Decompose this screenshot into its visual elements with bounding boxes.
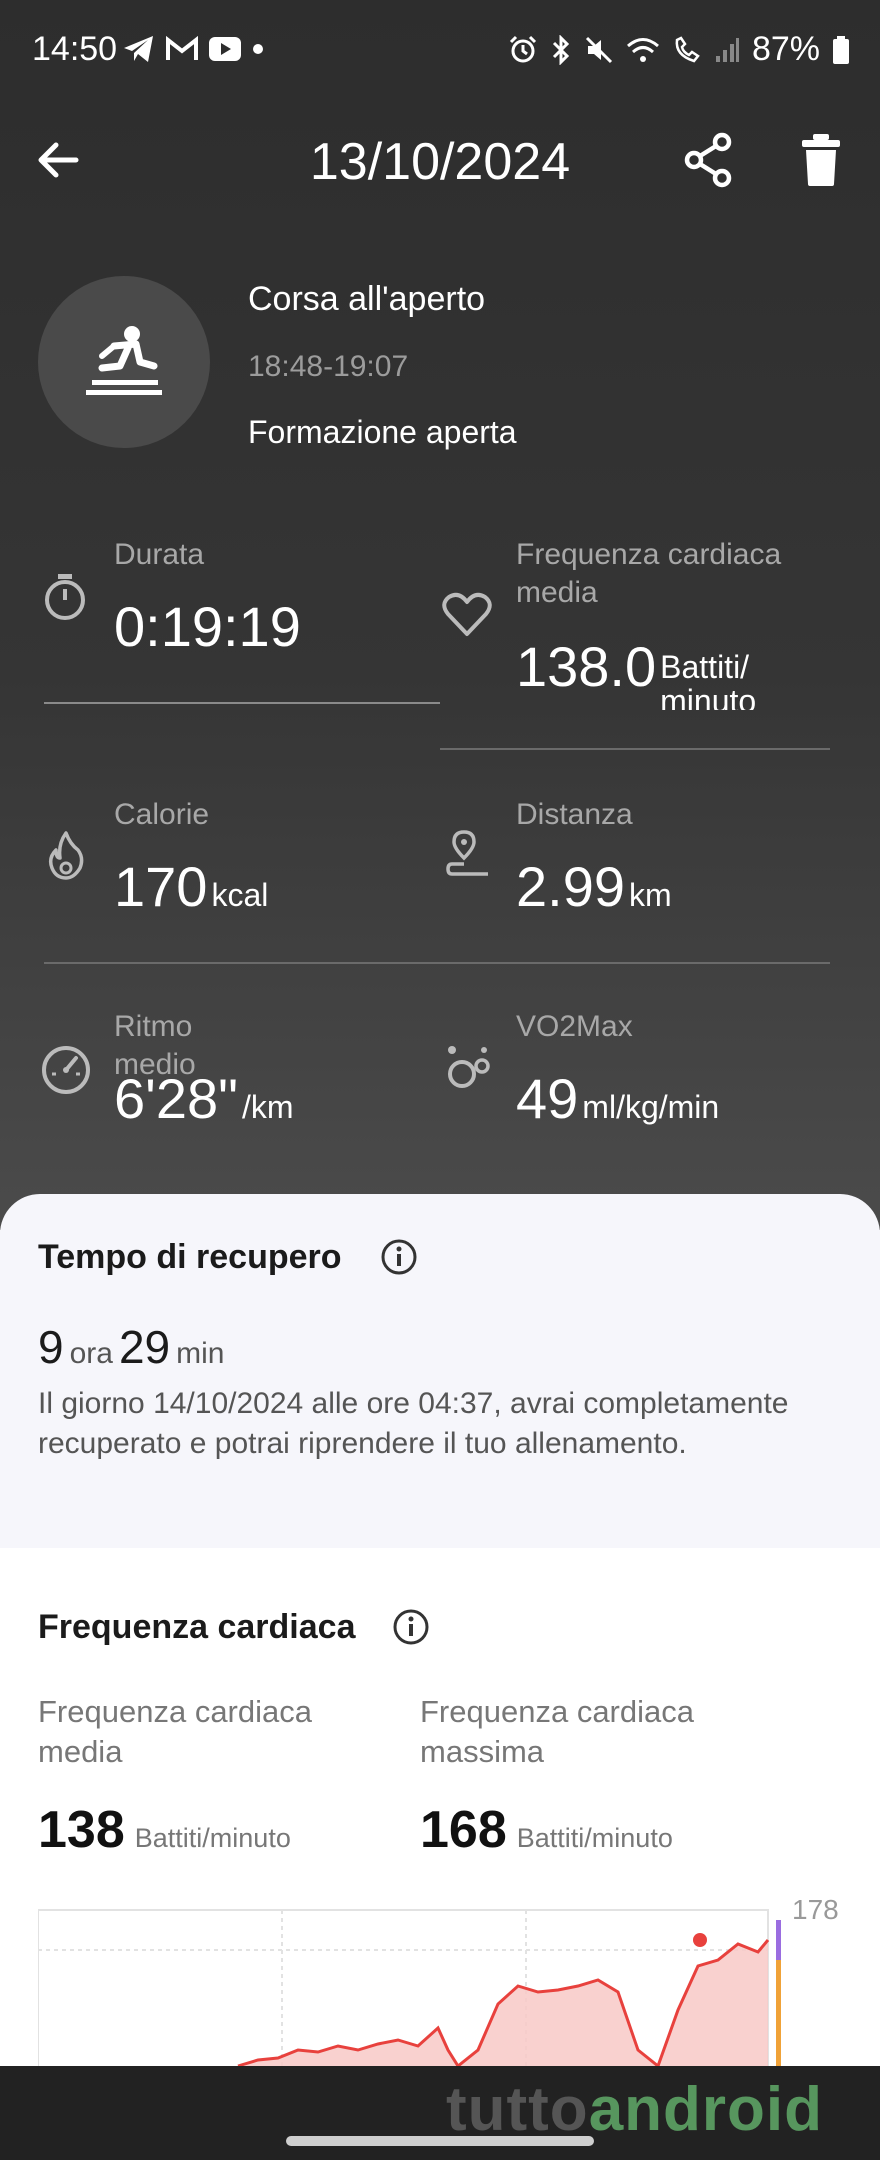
status-time: 14:50: [32, 30, 118, 68]
battery-icon: [833, 35, 849, 64]
battery-percentage: 87%: [751, 30, 820, 68]
heart-rate-chart: [38, 1909, 781, 2070]
signal-icon: [715, 37, 739, 62]
stopwatch-icon: [45, 574, 85, 620]
mute-icon: [585, 36, 612, 63]
flame-icon: [48, 831, 84, 880]
speedometer-icon: [42, 1046, 90, 1094]
running-person-icon: [86, 326, 162, 395]
workout-summary-header: 14:50 87% 13/10/2024 Corsa all'aperto 18…: [0, 0, 880, 1230]
stat-distance-unit: km: [629, 877, 672, 913]
bluetooth-icon: [552, 34, 570, 65]
stat-vo2max-unit: ml/kg/min: [582, 1089, 720, 1125]
stat-calories-label: Calorie: [114, 798, 210, 831]
bubbles-icon: [448, 1046, 490, 1088]
activity-time-range: 18:48-19:07: [248, 350, 409, 383]
chart-max-label: 178: [792, 1894, 839, 1925]
stat-duration-value: 0:19:19: [114, 595, 301, 658]
activity-name: Corsa all'aperto: [248, 280, 486, 318]
recovery-description: Il giorno 14/10/2024 alle ore 04:37, avr…: [38, 1387, 789, 1460]
delete-button[interactable]: [796, 130, 846, 190]
activity-avatar: [38, 276, 210, 448]
recovery-minutes-unit: min: [176, 1337, 225, 1370]
location-route-icon: [446, 830, 488, 876]
hr-max-value: 168 Battiti/minuto: [420, 1801, 673, 1859]
stat-distance-label: Distanza: [516, 798, 633, 831]
recovery-title: Tempo di recupero: [38, 1238, 342, 1276]
stat-distance-value: 2.99 km: [516, 855, 672, 918]
stat-duration-label: Durata: [114, 538, 205, 571]
hr-avg-label: Frequenza cardiaca media: [38, 1694, 312, 1769]
hr-max-unit: Battiti/minuto: [516, 1823, 673, 1853]
hr-avg-value: 138 Battiti/minuto: [38, 1801, 291, 1859]
stat-pace-unit: /km: [242, 1089, 294, 1125]
heart-rate-title: Frequenza cardiaca: [38, 1608, 356, 1646]
watermark-logo: tuttoandroid: [446, 2075, 824, 2144]
divider: [440, 748, 830, 750]
wifi-icon: [626, 37, 659, 62]
stat-pace-value: 6'28"/km: [114, 1067, 294, 1130]
telegram-icon: [124, 36, 153, 62]
divider: [44, 962, 830, 964]
hr-scale-bar-top: [776, 1920, 781, 1960]
recovery-time-value: 9 ora 29 min: [38, 1320, 230, 1374]
heart-rate-info-button[interactable]: [392, 1608, 430, 1651]
activity-mode: Formazione aperta: [248, 414, 517, 450]
home-gesture-handle[interactable]: [286, 2136, 594, 2146]
gmail-icon: [166, 36, 198, 60]
recovery-hours-unit: ora: [69, 1337, 113, 1370]
page-title: 13/10/2024: [309, 133, 571, 191]
trash-icon: [802, 134, 840, 186]
stat-heart-rate-value: 138.0 Battiti/ minuto: [516, 634, 770, 710]
hr-max-marker: [693, 1933, 707, 1947]
recovery-minutes: 29: [118, 1321, 171, 1373]
recovery-hours: 9: [38, 1321, 64, 1373]
stat-vo2max-label: VO2Max: [516, 1010, 633, 1043]
stat-calories-value: 170 kcal: [114, 855, 269, 918]
share-button[interactable]: [680, 130, 736, 190]
divider: [44, 702, 440, 704]
youtube-icon: [209, 37, 241, 61]
heart-icon: [442, 592, 492, 636]
recovery-info-button[interactable]: [380, 1238, 418, 1281]
stat-vo2max-value: 49 ml/kg/min: [516, 1067, 720, 1130]
stat-heart-rate-label: Frequenza cardiaca media: [516, 538, 782, 609]
info-icon: [393, 1609, 429, 1645]
hr-max-label: Frequenza cardiaca massima: [420, 1694, 694, 1769]
wifi-call-icon: [675, 35, 700, 62]
alarm-icon: [509, 35, 536, 62]
share-icon: [684, 132, 732, 188]
app-bar: 13/10/2024: [0, 110, 880, 210]
info-icon: [381, 1239, 417, 1275]
dot-icon: [253, 44, 263, 54]
stat-heart-rate-unit: Battiti/ minuto: [660, 649, 757, 710]
stat-calories-unit: kcal: [211, 877, 269, 913]
status-bar: 14:50 87%: [0, 0, 880, 100]
hr-avg-unit: Battiti/minuto: [134, 1823, 291, 1853]
